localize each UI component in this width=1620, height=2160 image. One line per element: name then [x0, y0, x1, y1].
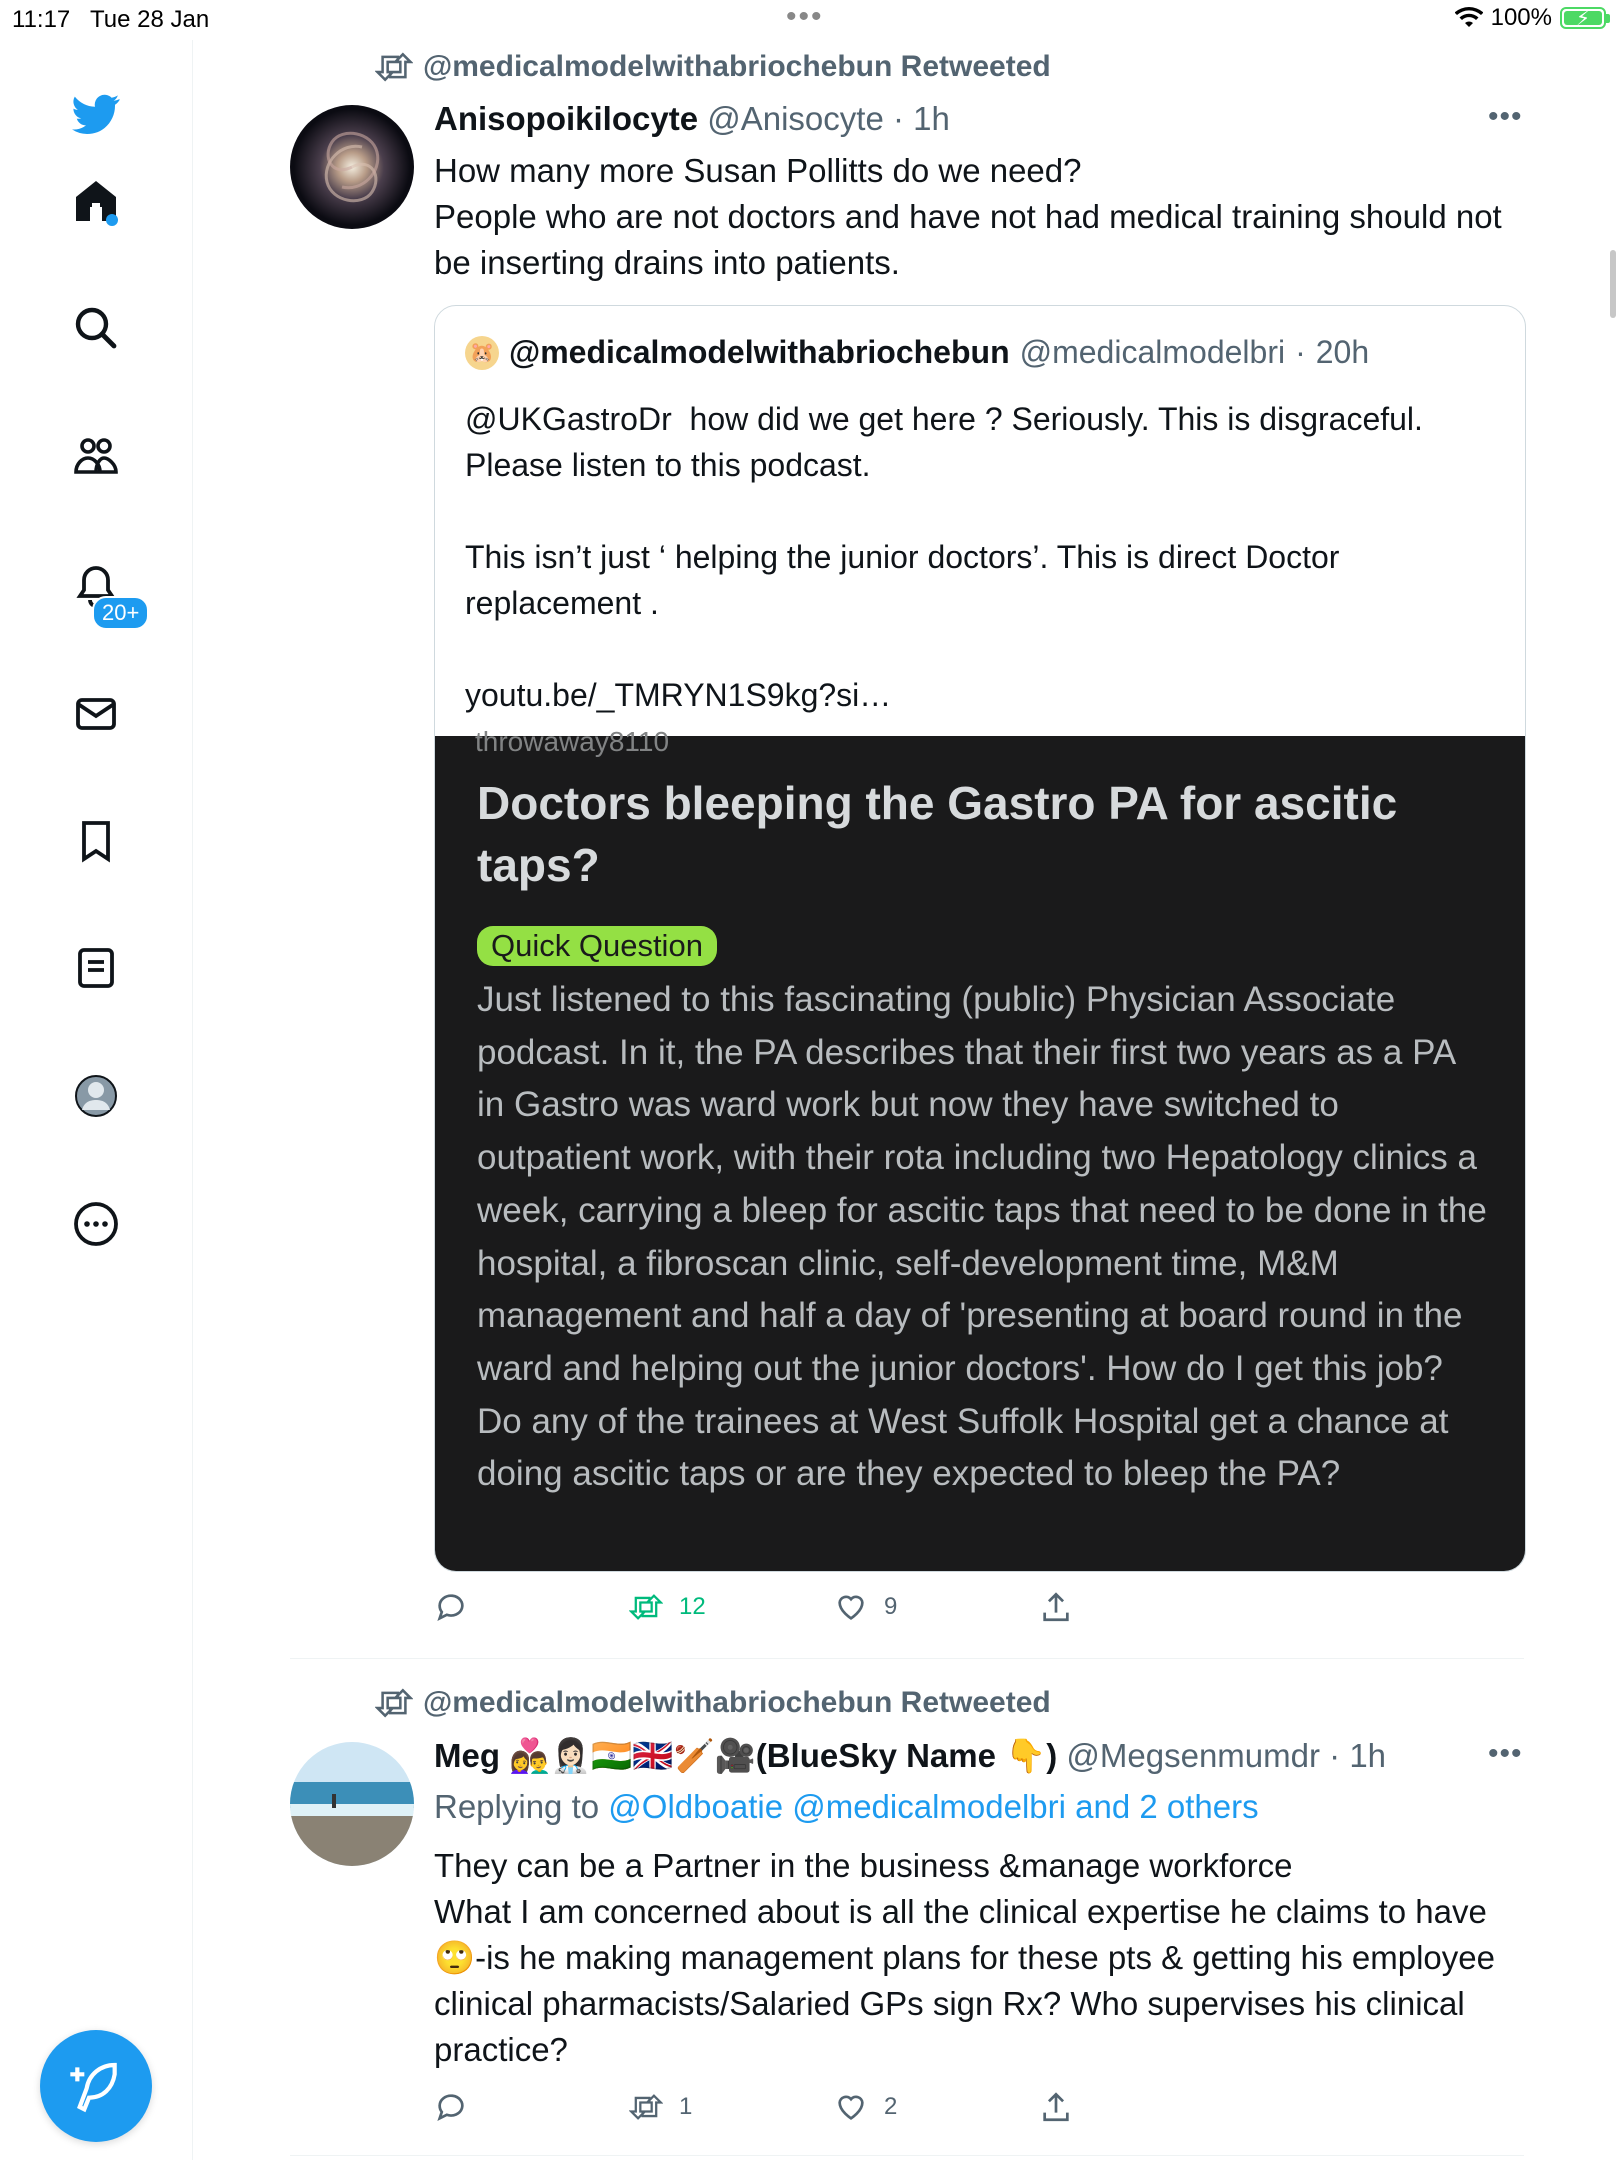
like-button[interactable]: 2 — [834, 2090, 897, 2124]
status-bar: 11:17 Tue 28 Jan ••• 100% ⚡ — [0, 0, 1620, 40]
retweet-context: @medicalmodelwithabriochebun Retweeted — [375, 50, 1051, 84]
tweet-text: They can be a Partner in the business &m… — [434, 1847, 1495, 2068]
battery-icon: ⚡ — [1560, 7, 1610, 30]
image-post-title: Doctors bleeping the Gastro PA for ascit… — [477, 777, 1398, 891]
avatar[interactable] — [290, 1742, 414, 1866]
retweet-icon — [629, 2094, 663, 2120]
wifi-icon — [1454, 7, 1483, 27]
tweet-divider — [290, 2155, 1524, 2156]
share-icon — [1043, 1592, 1069, 1622]
reply-button[interactable] — [434, 2090, 484, 2124]
twitter-logo-icon[interactable] — [70, 88, 122, 140]
image-flair-badge: Quick Question — [477, 926, 717, 966]
home-unread-dot — [106, 214, 118, 226]
retweeted-by-label: @medicalmodelwithabriochebun Retweeted — [423, 50, 1051, 83]
tweet-header: Meg 👩‍❤️‍👨👩🏻‍⚕️🇮🇳🇬🇧🏏🎥(BlueSky Name 👇) @M… — [434, 1737, 1387, 1774]
reply-button[interactable] — [434, 1590, 484, 1624]
share-button[interactable] — [1039, 2090, 1073, 2124]
image-post-body: Just listened to this fascinating (publi… — [477, 980, 1487, 1494]
retweet-count: 12 — [679, 1593, 706, 1620]
quote-media-image[interactable]: throwaway8110 Doctors bleeping the Gastr… — [435, 726, 1525, 1571]
tweet-actions: 1 2 — [434, 2090, 1334, 2130]
share-button[interactable] — [1039, 1590, 1073, 1624]
tweet-actions: 12 9 — [434, 1590, 1334, 1630]
retweet-icon — [375, 1688, 413, 1718]
multitasking-dots[interactable]: ••• — [786, 0, 824, 34]
notifications-badge: 20+ — [92, 596, 150, 630]
heart-icon — [838, 1595, 864, 1620]
more-options-icon[interactable] — [70, 1198, 122, 1250]
status-right: 100% ⚡ — [1454, 4, 1610, 32]
retweet-button[interactable]: 12 — [629, 1590, 706, 1624]
compose-tweet-button[interactable] — [40, 2030, 152, 2142]
quote-header: 🐹 @medicalmodelwithabriochebun @medicalm… — [465, 334, 1369, 371]
quote-avatar: 🐹 — [465, 335, 499, 370]
quote-author-handle: @medicalmodelbri — [1019, 334, 1286, 370]
quote-text: @UKGastroDr how did we get here ? Seriou… — [465, 401, 1423, 713]
tweet-more-icon[interactable]: ••• — [1488, 100, 1523, 134]
like-button[interactable]: 9 — [834, 1590, 897, 1624]
replying-to-prefix: Replying to — [434, 1788, 600, 1825]
tweet-time[interactable]: 1h — [913, 100, 950, 137]
reply-icon — [437, 2094, 464, 2121]
profile-avatar-icon[interactable] — [70, 1070, 122, 1122]
messages-icon[interactable] — [70, 688, 122, 740]
image-cut-username: throwaway8110 — [475, 726, 670, 757]
status-time: 11:17 — [12, 6, 71, 33]
quote-time: 20h — [1315, 334, 1370, 370]
author-name[interactable]: Meg 👩‍❤️‍👨👩🏻‍⚕️🇮🇳🇬🇧🏏🎥(BlueSky Name 👇) — [434, 1737, 1057, 1774]
quote-author-name: @medicalmodelwithabriochebun — [509, 334, 1010, 370]
sidebar: 20+ — [0, 40, 193, 2160]
avatar[interactable] — [290, 105, 414, 229]
lists-icon[interactable] — [70, 942, 122, 994]
tweet-text: How many more Susan Pollitts do we need?… — [434, 152, 1502, 281]
bookmarks-icon[interactable] — [70, 815, 122, 867]
author-handle[interactable]: @Megsenmumdr — [1066, 1737, 1320, 1774]
retweet-count: 1 — [679, 2093, 693, 2120]
tweet-time[interactable]: 1h — [1349, 1737, 1386, 1774]
replying-to: Replying to @Oldboatie @medicalmodelbri … — [434, 1788, 1259, 1826]
like-count: 2 — [884, 2093, 898, 2120]
battery-percent: 100% — [1490, 4, 1552, 31]
retweeted-by-label: @medicalmodelwithabriochebun Retweeted — [423, 1686, 1051, 1719]
communities-icon[interactable] — [70, 430, 122, 482]
tweet-divider — [290, 1658, 1524, 1659]
heart-icon — [838, 2095, 864, 2120]
quoted-tweet[interactable]: 🐹 @medicalmodelwithabriochebun @medicalm… — [434, 305, 1526, 1572]
replying-to-users[interactable]: @Oldboatie @medicalmodelbri and 2 others — [608, 1788, 1258, 1825]
search-icon[interactable] — [70, 302, 122, 354]
retweet-context: @medicalmodelwithabriochebun Retweeted — [375, 1686, 1051, 1720]
like-count: 9 — [884, 1593, 898, 1620]
reply-icon — [437, 1594, 464, 1621]
author-name[interactable]: Anisopoikilocyte — [434, 100, 698, 137]
tweet-more-icon[interactable]: ••• — [1488, 1737, 1523, 1771]
retweet-button[interactable]: 1 — [629, 2090, 692, 2124]
retweet-icon — [375, 52, 413, 82]
feather-plus-icon — [70, 2062, 117, 2113]
status-date: Tue 28 Jan — [90, 6, 210, 33]
retweet-icon — [629, 1594, 663, 1620]
scrollbar-thumb[interactable] — [1610, 250, 1616, 318]
author-handle[interactable]: @Anisocyte — [707, 100, 884, 137]
share-icon — [1043, 2092, 1069, 2122]
tweet-header: Anisopoikilocyte @Anisocyte · 1h — [434, 100, 950, 137]
